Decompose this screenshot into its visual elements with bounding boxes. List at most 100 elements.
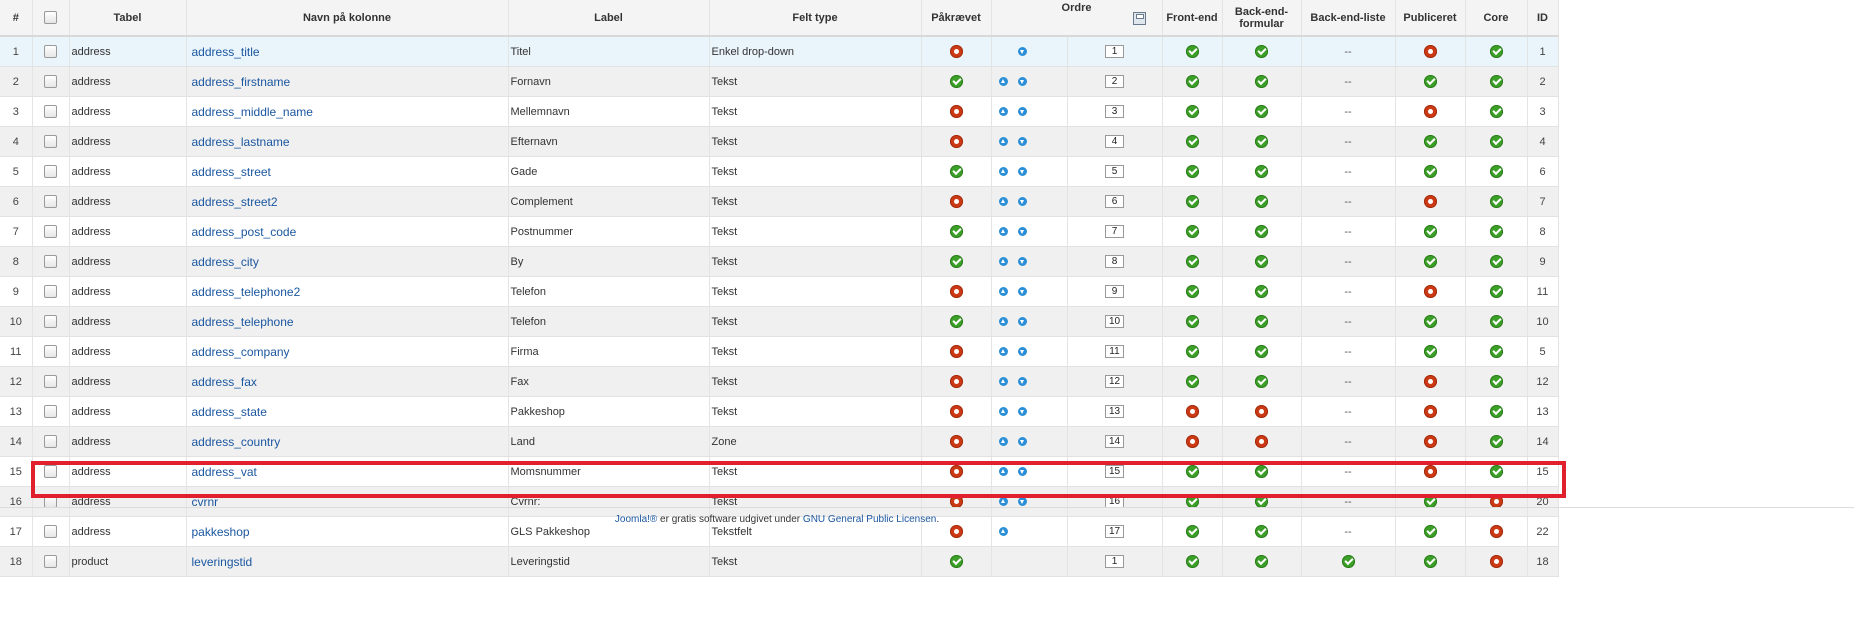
column-name-link[interactable]: address_street2 <box>189 195 278 209</box>
published-status-icon[interactable] <box>1423 105 1437 118</box>
order-input[interactable] <box>1105 345 1124 358</box>
required-status-icon[interactable] <box>949 285 963 298</box>
published-status-icon[interactable] <box>1423 405 1437 418</box>
frontend-cell[interactable] <box>1162 426 1223 457</box>
column-name-link[interactable]: address_state <box>189 405 267 419</box>
backend-form-cell[interactable] <box>1222 486 1302 517</box>
required-cell[interactable] <box>921 126 992 157</box>
frontend-cell[interactable] <box>1162 96 1223 127</box>
frontend-cell[interactable] <box>1162 486 1223 517</box>
table-row[interactable]: 1 address address_title Titel Enkel drop-dow… <box>0 36 1854 67</box>
row-checkbox[interactable] <box>44 165 57 178</box>
required-cell[interactable] <box>921 306 992 337</box>
move-down-icon[interactable] <box>1017 257 1027 267</box>
backend-form-status-icon[interactable] <box>1255 345 1268 358</box>
backend-form-cell[interactable] <box>1222 126 1302 157</box>
order-input[interactable] <box>1105 405 1124 418</box>
save-order-icon[interactable] <box>1132 12 1146 25</box>
core-cell[interactable] <box>1465 246 1528 277</box>
core-cell[interactable] <box>1465 126 1528 157</box>
core-status-icon[interactable] <box>1489 465 1503 478</box>
required-cell[interactable] <box>921 486 992 517</box>
row-checkbox[interactable] <box>44 465 57 478</box>
published-status-icon[interactable] <box>1423 135 1437 148</box>
required-cell[interactable] <box>921 426 992 457</box>
column-name-link[interactable]: address_vat <box>189 465 257 479</box>
row-checkbox[interactable] <box>44 435 57 448</box>
core-cell[interactable] <box>1465 216 1528 247</box>
column-name-link[interactable]: address_fax <box>189 375 257 389</box>
required-status-icon[interactable] <box>949 315 963 328</box>
table-row[interactable]: 15 addressaddress_vat MomsnummerTekst -- 15 <box>0 456 1854 487</box>
core-cell[interactable] <box>1465 306 1528 337</box>
published-cell[interactable] <box>1395 156 1466 187</box>
core-cell[interactable] <box>1465 66 1528 97</box>
row-select[interactable] <box>32 66 70 97</box>
license-link[interactable]: GNU General Public Licensen <box>803 514 936 525</box>
move-up-icon[interactable] <box>998 527 1008 537</box>
required-cell[interactable] <box>921 276 992 307</box>
core-cell[interactable] <box>1465 276 1528 307</box>
header-backend-form[interactable]: Back-end-formular <box>1222 0 1302 37</box>
joomla-link[interactable]: Joomla!® <box>615 514 657 525</box>
required-status-icon[interactable] <box>949 75 963 88</box>
row-checkbox[interactable] <box>44 315 57 328</box>
backend-form-status-icon[interactable] <box>1255 315 1268 328</box>
frontend-status-icon[interactable] <box>1185 45 1199 58</box>
move-up-icon[interactable] <box>998 497 1008 507</box>
header-field-type[interactable]: Felt type <box>709 0 922 37</box>
row-select[interactable] <box>32 36 70 67</box>
column-name-link[interactable]: address_post_code <box>189 225 297 239</box>
move-up-icon[interactable] <box>998 107 1008 117</box>
published-cell[interactable] <box>1395 216 1466 247</box>
published-status-icon[interactable] <box>1423 465 1437 478</box>
order-input[interactable] <box>1105 225 1124 238</box>
frontend-status-icon[interactable] <box>1185 525 1199 538</box>
published-cell[interactable] <box>1395 306 1466 337</box>
required-cell[interactable] <box>921 186 992 217</box>
move-up-icon[interactable] <box>998 317 1008 327</box>
backend-form-cell[interactable] <box>1222 546 1302 577</box>
published-cell[interactable] <box>1395 66 1466 97</box>
frontend-cell[interactable] <box>1162 126 1223 157</box>
published-status-icon[interactable] <box>1423 315 1437 328</box>
backend-form-status-icon[interactable] <box>1255 435 1268 448</box>
order-input[interactable] <box>1105 525 1124 538</box>
select-all-checkbox[interactable] <box>44 11 57 24</box>
core-cell[interactable] <box>1465 486 1528 517</box>
published-status-icon[interactable] <box>1423 525 1437 538</box>
backend-form-cell[interactable] <box>1222 216 1302 247</box>
move-up-icon[interactable] <box>998 467 1008 477</box>
required-cell[interactable] <box>921 216 992 247</box>
move-up-icon[interactable] <box>998 287 1008 297</box>
order-input[interactable] <box>1105 375 1124 388</box>
move-down-icon[interactable] <box>1017 77 1027 87</box>
required-status-icon[interactable] <box>949 525 963 538</box>
backend-form-cell[interactable] <box>1222 66 1302 97</box>
move-down-icon[interactable] <box>1017 317 1027 327</box>
header-column-name[interactable]: Navn på kolonne <box>186 0 509 37</box>
table-row[interactable]: 10 addressaddress_telephone TelefonTekst --… <box>0 306 1854 337</box>
required-status-icon[interactable] <box>949 555 963 568</box>
required-status-icon[interactable] <box>949 165 963 178</box>
move-up-icon[interactable] <box>998 77 1008 87</box>
row-select[interactable] <box>32 246 70 277</box>
backend-form-status-icon[interactable] <box>1255 225 1268 238</box>
backend-form-cell[interactable] <box>1222 156 1302 187</box>
frontend-status-icon[interactable] <box>1185 435 1199 448</box>
backend-form-status-icon[interactable] <box>1255 45 1268 58</box>
row-checkbox[interactable] <box>44 135 57 148</box>
required-status-icon[interactable] <box>949 435 963 448</box>
core-status-icon[interactable] <box>1489 255 1503 268</box>
published-cell[interactable] <box>1395 336 1466 367</box>
row-checkbox[interactable] <box>44 195 57 208</box>
published-status-icon[interactable] <box>1423 165 1437 178</box>
required-cell[interactable] <box>921 66 992 97</box>
backend-form-status-icon[interactable] <box>1255 135 1268 148</box>
core-status-icon[interactable] <box>1489 75 1503 88</box>
published-status-icon[interactable] <box>1423 45 1437 58</box>
core-cell[interactable] <box>1465 96 1528 127</box>
move-down-icon[interactable] <box>1017 467 1027 477</box>
table-row[interactable]: 18 productleveringstid LeveringstidTekst 18 <box>0 546 1854 577</box>
required-cell[interactable] <box>921 546 992 577</box>
